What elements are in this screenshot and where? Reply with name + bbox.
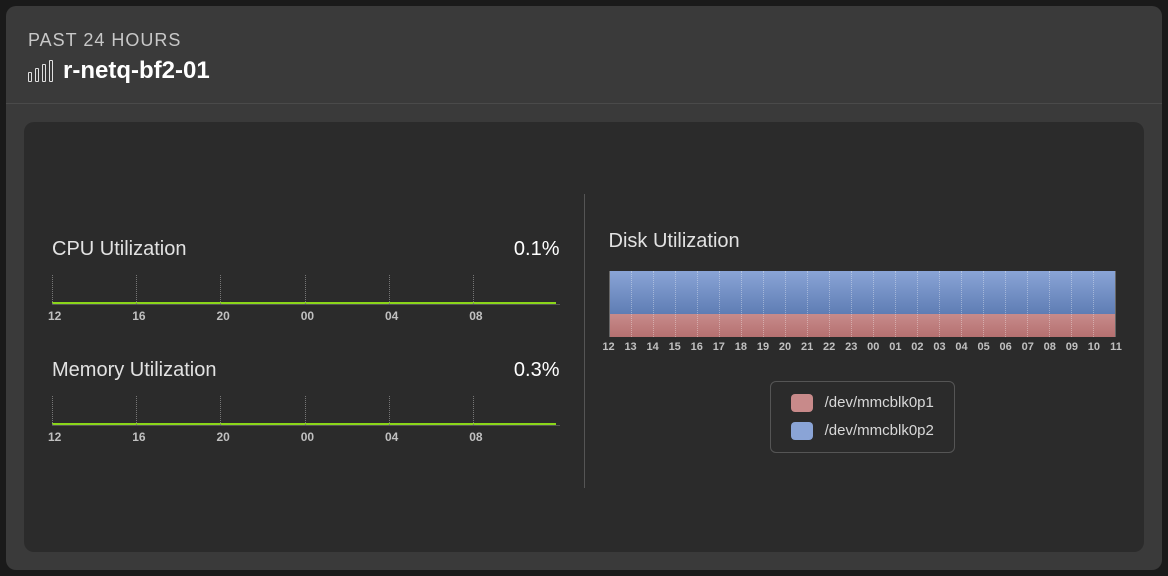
axis-tick-label: 02 <box>911 341 923 353</box>
axis-tick-label: 08 <box>469 430 482 444</box>
axis-tick-label: 08 <box>1044 341 1056 353</box>
axis-tick-label: 07 <box>1022 341 1034 353</box>
axis-tick-label: 08 <box>469 309 482 323</box>
grid-tick <box>473 396 474 425</box>
axis-tick-label: 04 <box>385 309 398 323</box>
axis-tick-label: 03 <box>933 341 945 353</box>
memory-sparkline: 121620000408 <box>52 396 560 444</box>
memory-block: Memory Utilization 0.3% 121620000408 <box>52 359 560 444</box>
cpu-block: CPU Utilization 0.1% 121620000408 <box>52 238 560 323</box>
legend-label-p1: /dev/mmcblk0p1 <box>825 394 934 411</box>
axis-tick-label: 11 <box>1110 341 1122 353</box>
grid-tick <box>389 275 390 304</box>
axis-tick-label: 14 <box>647 341 659 353</box>
cpu-value: 0.1% <box>514 238 560 261</box>
content-area: CPU Utilization 0.1% 12 16 20 00 04 08 Memory… <box>6 104 1162 570</box>
grid-tick <box>473 275 474 304</box>
disk-legend: /dev/mmcblk0p1 /dev/mmcblk0p2 <box>770 381 955 453</box>
card-header: PAST 24 HOURS r-netq-bf2-01 <box>6 6 1162 104</box>
axis-tick-label: 20 <box>779 341 791 353</box>
cpu-label: CPU Utilization <box>52 238 186 261</box>
axis-tick-label: 17 <box>713 341 725 353</box>
disk-series-p1 <box>610 314 1116 336</box>
axis-tick-label: 19 <box>757 341 769 353</box>
axis-tick-label: 05 <box>977 341 989 353</box>
disk-axis-labels: 1213141516171819202122230001020304050607… <box>609 341 1117 357</box>
grid-tick <box>136 275 137 304</box>
axis-tick-label: 12 <box>48 430 61 444</box>
axis-tick-label: 20 <box>216 309 229 323</box>
dashboard-card: PAST 24 HOURS r-netq-bf2-01 CPU Utilizat… <box>6 6 1162 570</box>
legend-item-p1: /dev/mmcblk0p1 <box>791 394 934 412</box>
legend-label-p2: /dev/mmcblk0p2 <box>825 422 934 439</box>
grid-tick <box>136 396 137 425</box>
grid-tick <box>389 396 390 425</box>
axis-tick-label: 12 <box>48 309 61 323</box>
axis-tick-label: 20 <box>216 430 229 444</box>
axis-tick-label: 04 <box>385 430 398 444</box>
axis-tick-label: 00 <box>867 341 879 353</box>
axis-tick-label: 16 <box>691 341 703 353</box>
swatch-blue-icon <box>791 422 813 440</box>
left-column: CPU Utilization 0.1% 121620000408 Memory… <box>52 170 584 512</box>
axis-tick-label: 09 <box>1066 341 1078 353</box>
right-column: Disk Utilization 12 13 14 15 16 17 18 19 20 21 22 2… <box>585 170 1117 512</box>
disk-label: Disk Utilization <box>609 230 1117 253</box>
disk-chart <box>609 271 1117 337</box>
grid-tick <box>220 396 221 425</box>
axis-tick-label: 16 <box>132 430 145 444</box>
host-title: r-netq-bf2-01 <box>63 57 210 85</box>
legend-item-p2: /dev/mmcblk0p2 <box>791 422 934 440</box>
axis-tick-label: 12 <box>602 341 614 353</box>
axis-tick-label: 18 <box>735 341 747 353</box>
memory-value: 0.3% <box>514 359 560 382</box>
grid-tick <box>52 275 53 304</box>
axis-tick-label: 06 <box>1000 341 1012 353</box>
axis-tick-label: 22 <box>823 341 835 353</box>
disk-series-p2 <box>610 271 1116 315</box>
grid-tick <box>52 396 53 425</box>
bars-icon <box>28 60 53 82</box>
cpu-sparkline: 121620000408 <box>52 275 560 323</box>
axis-tick-label: 13 <box>624 341 636 353</box>
axis-tick-label: 00 <box>301 430 314 444</box>
axis-tick-label: 21 <box>801 341 813 353</box>
memory-label: Memory Utilization <box>52 359 216 382</box>
timespan-label: PAST 24 HOURS <box>28 30 1140 51</box>
grid-tick <box>305 275 306 304</box>
axis-tick-label: 00 <box>301 309 314 323</box>
swatch-pink-icon <box>791 394 813 412</box>
grid-tick <box>305 396 306 425</box>
axis-tick-label: 16 <box>132 309 145 323</box>
axis-tick-label: 10 <box>1088 341 1100 353</box>
grid-tick <box>220 275 221 304</box>
metrics-panel: CPU Utilization 0.1% 12 16 20 00 04 08 Memory… <box>24 122 1144 552</box>
axis-tick-label: 23 <box>845 341 857 353</box>
title-row: r-netq-bf2-01 <box>28 57 1140 85</box>
axis-tick-label: 15 <box>669 341 681 353</box>
axis-tick-label: 04 <box>955 341 967 353</box>
axis-tick-label: 01 <box>889 341 901 353</box>
